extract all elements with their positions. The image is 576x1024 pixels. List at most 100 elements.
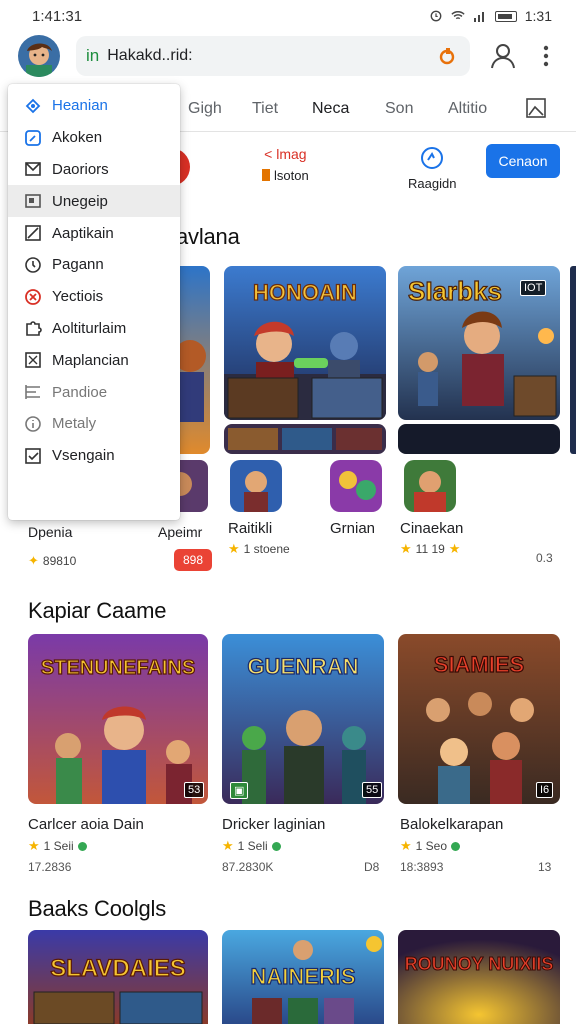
tab-1[interactable]: Tiet xyxy=(252,100,278,118)
card-art-title: ROUNOY NUIXIIS xyxy=(405,954,554,974)
menu-item-2[interactable]: Daoriors xyxy=(8,154,180,186)
image-icon[interactable] xyxy=(526,98,546,118)
game-card-0[interactable]: STENUNEFAINS 53 xyxy=(28,634,208,804)
primary-action-button[interactable]: Cenaon xyxy=(486,144,560,178)
box-icon xyxy=(25,352,41,369)
quick-right-bottom: Raagidn xyxy=(408,176,457,191)
menu-item-0[interactable]: Heanian xyxy=(8,90,180,122)
section-title-3: Baaks Coolgls xyxy=(28,896,167,921)
quick-item-right[interactable]: Raagidn xyxy=(408,146,456,191)
game-rating-2: ★ 1 Seo xyxy=(400,838,461,854)
star-icon: ★ xyxy=(400,838,412,853)
edit-icon xyxy=(25,225,41,241)
avatar[interactable] xyxy=(18,35,60,77)
game-meta-2b: 13 xyxy=(538,860,552,874)
site-info-icon[interactable]: in xyxy=(86,46,99,66)
clock-icon xyxy=(25,257,41,273)
star-icon: ★ xyxy=(400,541,412,556)
game-card-5[interactable]: ROUNOY NUIXIIS xyxy=(398,930,560,1024)
section-title-2: Kapiar Caame xyxy=(28,598,167,623)
flag-icon xyxy=(262,169,270,181)
game-card-4[interactable]: NAINERIS xyxy=(222,930,384,1024)
card-art-title: SIAMIES xyxy=(434,652,524,677)
star-icon: ★ xyxy=(28,838,40,853)
star-icon: ✦ xyxy=(28,553,39,568)
tab-2[interactable]: Neca xyxy=(312,100,349,118)
card-badge: I6 xyxy=(536,782,554,798)
check-box-icon xyxy=(25,447,41,464)
wifi-icon xyxy=(451,11,465,20)
card-art-title: SIarbks xyxy=(408,276,502,306)
card-art-title: SLAVDAIES xyxy=(50,955,186,982)
game-name-1[interactable]: Dricker laginian xyxy=(222,816,325,833)
game-meta-0: 17.2836 xyxy=(28,860,72,874)
game-card-1[interactable]: GUENRAN ▣ 55 xyxy=(222,634,384,804)
card-badge-left: ▣ xyxy=(230,782,249,799)
featured-card-2[interactable]: SIarbks IOT xyxy=(398,266,560,420)
card-art-title: STENUNEFAINS xyxy=(41,657,195,679)
mail-icon xyxy=(25,162,41,177)
game-name-0[interactable]: Carlcer aoia Dain xyxy=(28,816,144,833)
compass-icon xyxy=(25,98,41,114)
verified-icon xyxy=(271,841,281,851)
account-icon[interactable] xyxy=(490,42,516,70)
featured-card-1[interactable]: HONOAIN xyxy=(224,266,386,420)
game-meta-2: 18:3893 xyxy=(400,860,444,874)
menu-item-8[interactable]: Maplancian xyxy=(8,344,180,376)
tab-4[interactable]: Altitio xyxy=(448,100,487,118)
star-icon: ★ xyxy=(222,838,234,853)
battery-icon xyxy=(494,10,517,22)
featured-card-3[interactable] xyxy=(570,266,576,454)
quick-item-left[interactable]: < lmag lsoton xyxy=(262,146,309,183)
puzzle-icon xyxy=(26,321,42,337)
app-meta-5: 0.3 xyxy=(536,551,553,565)
app-icon-4[interactable] xyxy=(404,460,456,512)
quick-left-bottom: lsoton xyxy=(274,168,309,183)
menu-item-7[interactable]: Aoltiturlaim xyxy=(8,313,180,345)
app-icon-2[interactable] xyxy=(230,460,282,512)
app-name-1[interactable]: Apeimr xyxy=(158,524,202,540)
menu-item-10[interactable]: Metaly xyxy=(8,408,180,440)
square-icon xyxy=(25,129,41,146)
list-icon xyxy=(25,385,40,400)
card-badge: IOT xyxy=(520,280,547,296)
app-name-2[interactable]: Raitikli xyxy=(228,520,272,537)
dropdown-menu: Heanian Akoken Daoriors Unegeip Aaptikai… xyxy=(8,84,180,520)
card-art-title: NAINERIS xyxy=(250,964,355,989)
app-name-4[interactable]: Cinaekan xyxy=(400,520,463,537)
menu-item-6[interactable]: Yectiois xyxy=(8,281,180,313)
star-icon: ★ xyxy=(228,541,240,556)
menu-item-9[interactable]: Pandioe xyxy=(8,376,180,408)
featured-card-1-strip[interactable] xyxy=(224,424,386,454)
menu-item-3[interactable]: Unegeip xyxy=(8,185,180,218)
close-circle-icon xyxy=(25,288,41,305)
status-clock: 1:31 xyxy=(524,8,552,24)
tab-0[interactable]: Gigh xyxy=(188,100,222,118)
menu-item-4[interactable]: Aaptikain xyxy=(8,217,180,249)
address-bar[interactable]: in Hakakd..rid: xyxy=(76,36,470,76)
featured-card-2-strip[interactable] xyxy=(398,424,560,454)
menu-item-1[interactable]: Akoken xyxy=(8,122,180,154)
app-meta-4: ★ 11 19 ★ xyxy=(400,541,461,556)
app-meta-2: ★ 1 stoene xyxy=(228,541,290,556)
game-meta-1b: D8 xyxy=(364,860,380,874)
star-icon: ★ xyxy=(448,541,461,556)
more-menu-icon[interactable] xyxy=(538,42,554,70)
game-card-2[interactable]: SIAMIES I6 xyxy=(398,634,560,804)
app-name-3[interactable]: Grnian xyxy=(330,520,375,537)
game-name-2[interactable]: Balokelkarapan xyxy=(400,816,503,833)
menu-item-11[interactable]: Vsengain xyxy=(8,440,180,472)
extension-icon[interactable] xyxy=(438,47,456,65)
url-text[interactable]: Hakakd..rid: xyxy=(107,47,438,65)
app-icon-3[interactable] xyxy=(330,460,382,512)
app-name-0[interactable]: Dpenia xyxy=(28,524,72,540)
game-rating-0: ★ 1 Seii xyxy=(28,838,87,854)
tab-3[interactable]: Son xyxy=(385,100,413,118)
game-card-3[interactable]: SLAVDAIES xyxy=(28,930,208,1024)
card-badge: 53 xyxy=(184,782,205,798)
verified-icon xyxy=(451,841,461,851)
price-tag: 898 xyxy=(174,549,212,571)
menu-item-5[interactable]: Pagann xyxy=(8,249,180,281)
speed-icon xyxy=(421,147,444,169)
section-title-1: avlana xyxy=(176,224,240,249)
